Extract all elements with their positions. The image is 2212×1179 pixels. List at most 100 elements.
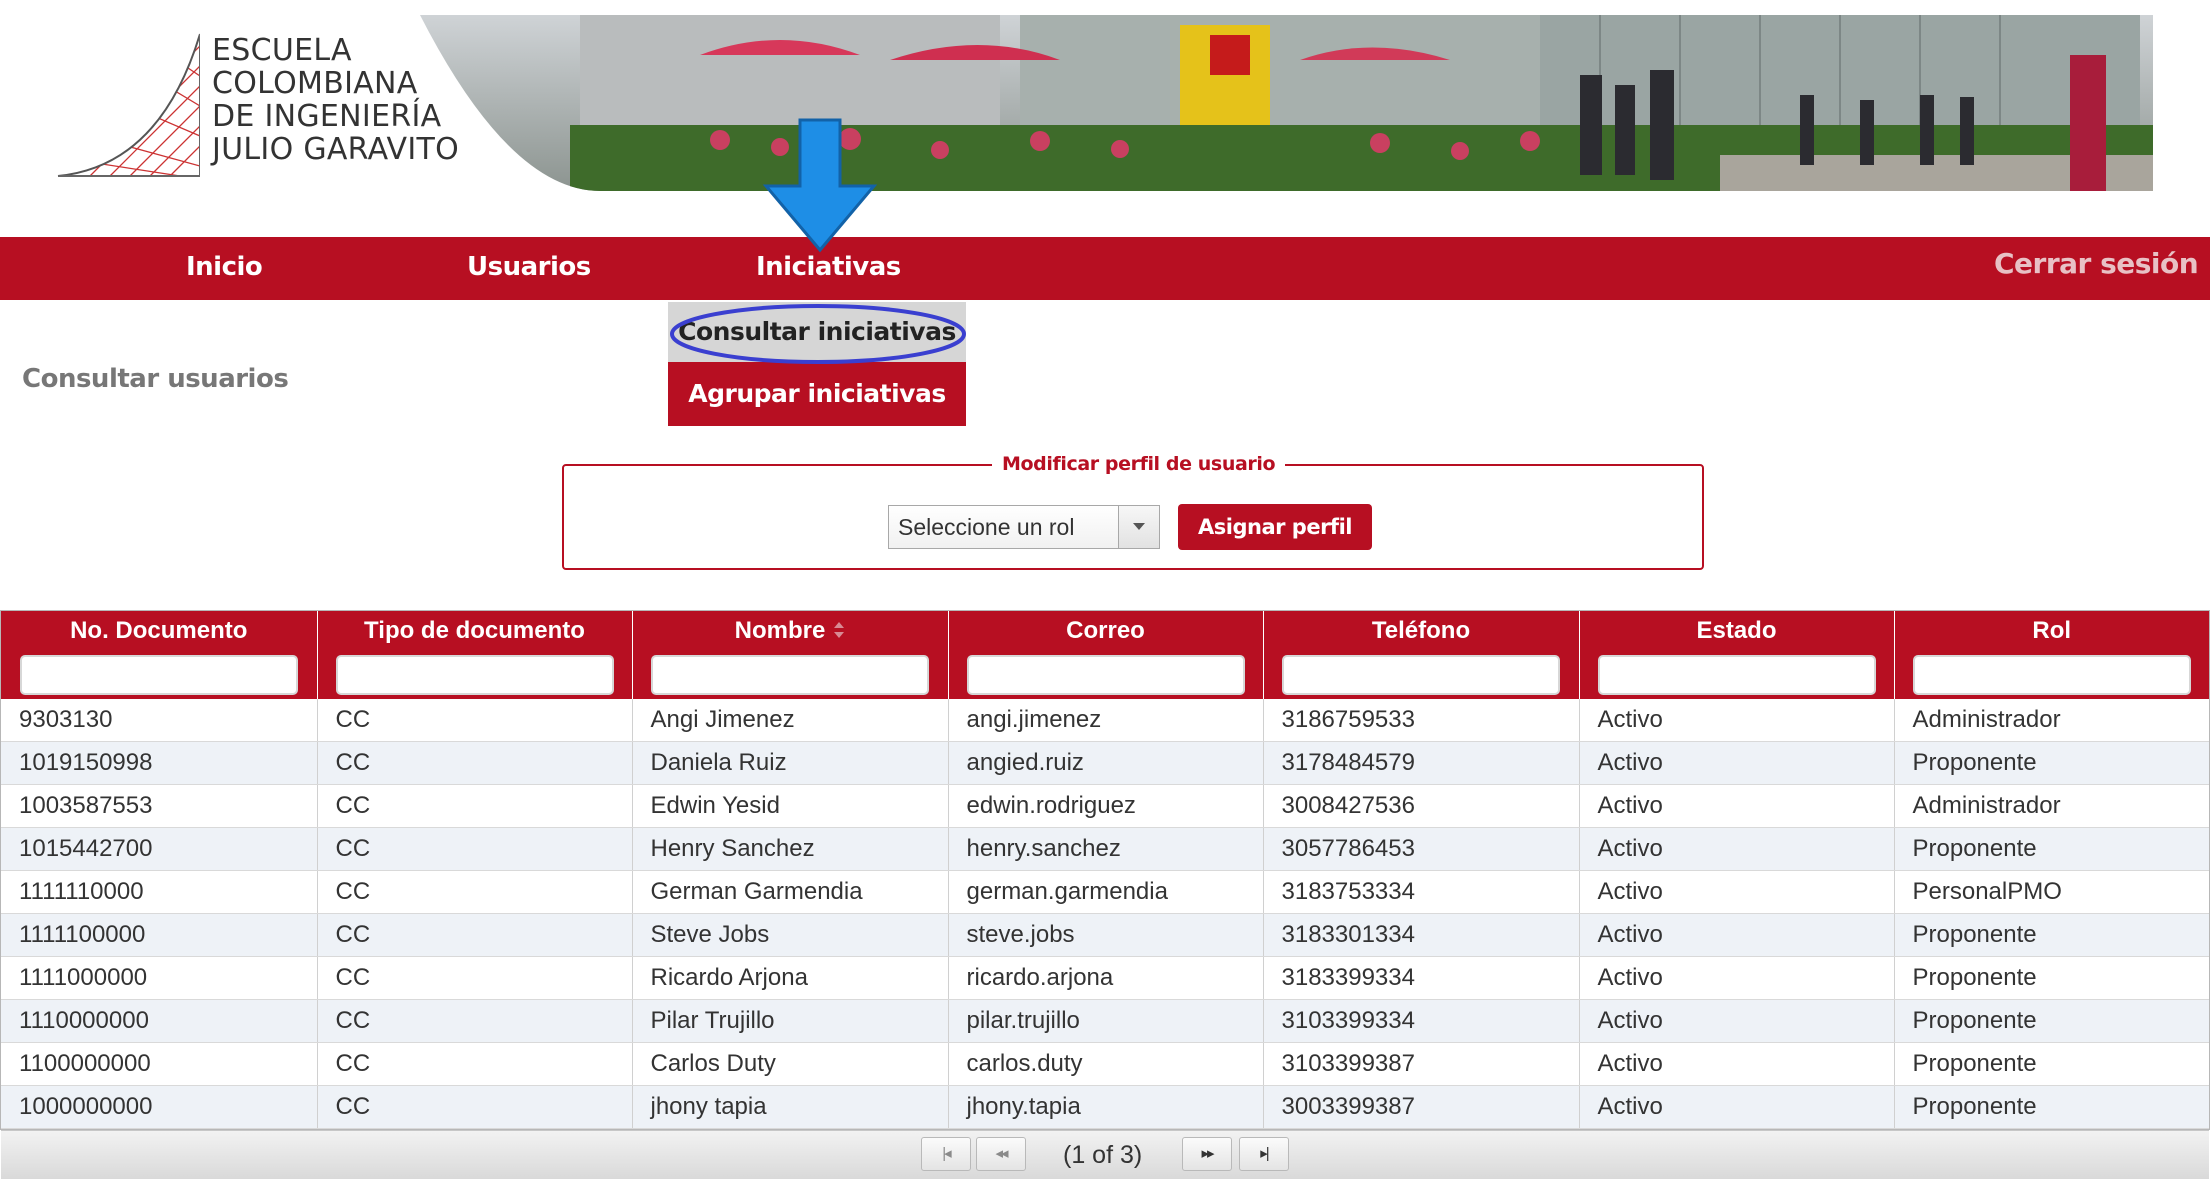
role-select-value: Seleccione un rol xyxy=(898,514,1075,540)
column-header-rol: Rol xyxy=(1894,611,2209,699)
cell-nombre: German Garmendia xyxy=(632,870,949,914)
filter-input-estado[interactable] xyxy=(1597,655,1876,695)
column-header-label-wrap: Nombre xyxy=(633,617,948,645)
column-header-correo: Correo xyxy=(948,611,1264,699)
column-header-tipo-documento: Tipo de documento xyxy=(317,611,633,699)
column-header-documento: No. Documento xyxy=(1,611,318,699)
paginator: |◂ ◂◂ (1 of 3) ▸▸ ▸| xyxy=(1,1130,2209,1179)
highlight-ellipse xyxy=(668,300,968,371)
prev-page-icon[interactable]: ◂◂ xyxy=(976,1137,1026,1171)
cell-estado: Activo xyxy=(1579,913,1895,957)
column-header-nombre[interactable]: Nombre xyxy=(632,611,949,699)
cell-documento: 1019150998 xyxy=(1,741,318,785)
cell-nombre: Angi Jimenez xyxy=(632,699,949,742)
cell-correo: german.garmendia xyxy=(948,870,1264,914)
cell-telefono: 3103399334 xyxy=(1263,999,1580,1043)
filter-input-rol[interactable] xyxy=(1912,655,2191,695)
column-header-label: Correo xyxy=(1066,617,1145,644)
cell-nombre: Steve Jobs xyxy=(632,913,949,957)
table-row[interactable]: 1111110000 CC German Garmendia german.garme… xyxy=(1,870,2209,914)
cell-documento: 1110000000 xyxy=(1,999,318,1043)
cell-estado: Activo xyxy=(1579,741,1895,785)
cell-documento: 1003587553 xyxy=(1,784,318,828)
cell-correo: henry.sanchez xyxy=(948,827,1264,871)
sort-icon[interactable] xyxy=(833,620,845,640)
nav-item-usuarios[interactable]: Usuarios xyxy=(467,252,591,282)
cell-rol: Proponente xyxy=(1894,1042,2209,1086)
cell-telefono: 3103399387 xyxy=(1263,1042,1580,1086)
cell-rol: Proponente xyxy=(1894,956,2209,1000)
table-row[interactable]: 1019150998 CC Daniela Ruiz angied.ruiz 31784… xyxy=(1,741,2209,785)
cell-tipo-documento: CC xyxy=(317,827,633,871)
table-row[interactable]: 1003587553 CC Edwin Yesid edwin.rodriguez 30… xyxy=(1,784,2209,828)
cell-rol: Administrador xyxy=(1894,699,2209,742)
cell-rol: Proponente xyxy=(1894,1085,2209,1129)
next-page-icon[interactable]: ▸▸ xyxy=(1182,1137,1232,1171)
filter-input-correo[interactable] xyxy=(966,655,1245,695)
role-select[interactable]: Seleccione un rol xyxy=(888,505,1160,549)
cell-nombre: Pilar Trujillo xyxy=(632,999,949,1043)
filter-input-telefono[interactable] xyxy=(1282,655,1560,695)
cell-tipo-documento: CC xyxy=(317,999,633,1043)
cell-documento: 1111100000 xyxy=(1,913,318,957)
column-header-label: Estado xyxy=(1696,617,1777,644)
logout-link[interactable]: Cerrar sesión xyxy=(1994,247,2199,280)
cell-estado: Activo xyxy=(1579,1042,1895,1086)
assign-profile-button[interactable]: Asignar perfil xyxy=(1178,504,1372,550)
arrow-down-icon xyxy=(760,116,880,261)
dropdown-item-agrupar-iniciativas[interactable]: Agrupar iniciativas xyxy=(668,362,966,426)
first-page-icon[interactable]: |◂ xyxy=(921,1137,971,1171)
school-logo xyxy=(50,26,201,183)
cell-estado: Activo xyxy=(1579,870,1895,914)
cell-rol: Proponente xyxy=(1894,827,2209,871)
column-header-label: Rol xyxy=(2032,617,2072,644)
cell-telefono: 3178484579 xyxy=(1263,741,1580,785)
cell-estado: Activo xyxy=(1579,784,1895,828)
cell-correo: angied.ruiz xyxy=(948,741,1264,785)
campus-banner-image xyxy=(420,15,2153,191)
table-row[interactable]: 1000000000 CC jhony tapia jhony.tapia 300339… xyxy=(1,1085,2209,1129)
cell-tipo-documento: CC xyxy=(317,913,633,957)
cell-nombre: Daniela Ruiz xyxy=(632,741,949,785)
cell-nombre: jhony tapia xyxy=(632,1085,949,1129)
cell-documento: 1111000000 xyxy=(1,956,318,1000)
cell-rol: Proponente xyxy=(1894,999,2209,1043)
cell-documento: 1015442700 xyxy=(1,827,318,871)
cell-documento: 1111110000 xyxy=(1,870,318,914)
cell-tipo-documento: CC xyxy=(317,956,633,1000)
filter-input-documento[interactable] xyxy=(19,655,298,695)
cell-nombre: Henry Sanchez xyxy=(632,827,949,871)
cell-documento: 1100000000 xyxy=(1,1042,318,1086)
table-body: 9303130 CC Angi Jimenez angi.jimenez 3186759… xyxy=(1,699,2209,1129)
table-row[interactable]: 1111100000 CC Steve Jobs steve.jobs 31833013… xyxy=(1,913,2209,957)
cell-nombre: Edwin Yesid xyxy=(632,784,949,828)
cell-correo: carlos.duty xyxy=(948,1042,1264,1086)
nav-item-inicio[interactable]: Inicio xyxy=(186,252,263,282)
column-header-estado: Estado xyxy=(1579,611,1895,699)
cell-nombre: Ricardo Arjona xyxy=(632,956,949,1000)
table-row[interactable]: 9303130 CC Angi Jimenez angi.jimenez 3186759… xyxy=(1,699,2209,742)
cell-documento: 1000000000 xyxy=(1,1085,318,1129)
table-row[interactable]: 1110000000 CC Pilar Trujillo pilar.trujillo… xyxy=(1,999,2209,1043)
cell-correo: ricardo.arjona xyxy=(948,956,1264,1000)
table-row[interactable]: 1111000000 CC Ricardo Arjona ricardo.arjona… xyxy=(1,956,2209,1000)
cell-estado: Activo xyxy=(1579,1085,1895,1129)
cell-estado: Activo xyxy=(1579,699,1895,742)
cell-correo: pilar.trujillo xyxy=(948,999,1264,1043)
fieldset-legend: Modificar perfil de usuario xyxy=(992,450,1286,478)
table-row[interactable]: 1100000000 CC Carlos Duty carlos.duty 310339… xyxy=(1,1042,2209,1086)
cell-tipo-documento: CC xyxy=(317,741,633,785)
last-page-icon[interactable]: ▸| xyxy=(1239,1137,1289,1171)
filter-input-nombre[interactable] xyxy=(651,655,929,695)
table-row[interactable]: 1015442700 CC Henry Sanchez henry.sanchez 30… xyxy=(1,827,2209,871)
cell-estado: Activo xyxy=(1579,956,1895,1000)
role-select-toggle[interactable] xyxy=(1118,506,1159,548)
cell-telefono: 3183753334 xyxy=(1263,870,1580,914)
column-header-telefono: Teléfono xyxy=(1263,611,1580,699)
cell-estado: Activo xyxy=(1579,999,1895,1043)
filter-input-tipo-documento[interactable] xyxy=(335,655,614,695)
dropdown-item-label: Agrupar iniciativas xyxy=(688,379,946,408)
column-header-label: Teléfono xyxy=(1371,617,1471,644)
users-table: No. Documento Tipo de documento Nombre C… xyxy=(0,610,2210,1130)
cell-telefono: 3186759533 xyxy=(1263,699,1580,742)
